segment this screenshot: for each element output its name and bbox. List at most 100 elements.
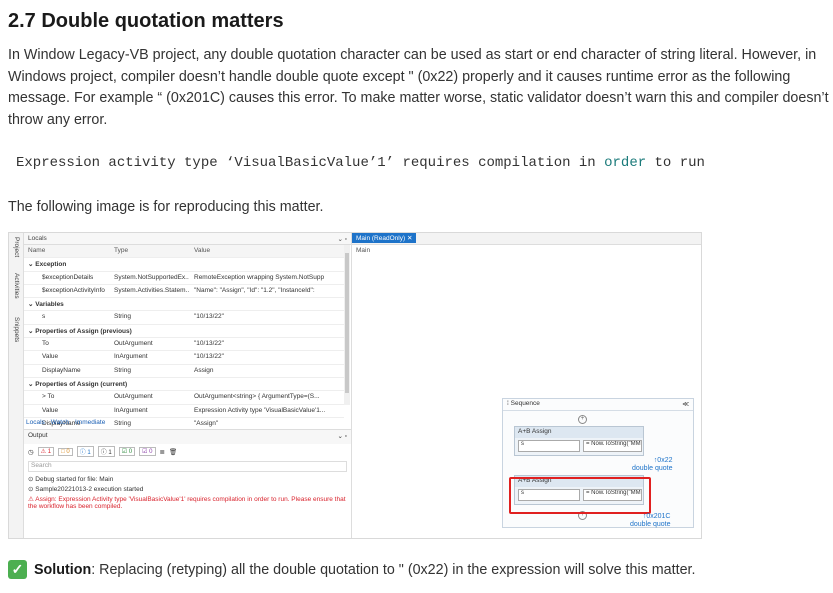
code-keyword: order [604, 155, 647, 171]
vtab-project[interactable]: Project [13, 237, 20, 257]
designer-pane: Main (ReadOnly) ✕ Main ⁞ Sequence ≪ + A+… [351, 233, 701, 538]
add-activity-icon[interactable]: + [578, 415, 587, 424]
solution-line: ✓ Solution : Replacing (retyping) all th… [8, 560, 695, 579]
error-count: 1 [47, 449, 52, 455]
output-line-text: Debug started for file: Main [35, 476, 114, 483]
col-name[interactable]: Name [28, 247, 45, 254]
output-error-line: ⚠ Assign: Expression Activity type 'Visu… [28, 496, 346, 510]
cell-value: RemoteException wrapping System.NotSupp [194, 273, 325, 281]
cell-type: System.Activities.Statem... [114, 286, 189, 294]
cell-value: "10/13/22" [194, 313, 224, 321]
error-highlight [509, 477, 651, 514]
output-toolbar: ◷ ⚠ 1 □ 0 ⓘ 1 ⓘ 1 ☑ 0 ☑ 0 ≣ 🗑 [24, 444, 351, 459]
output-options-icon[interactable]: ⌄ ▫ [337, 432, 347, 442]
group-label: ⌄ Exception [28, 261, 67, 269]
locals-pane: Locals ⌄ ▫ Name Type Value ⌄ Exception $e… [24, 233, 351, 538]
assign-icon: A+B [518, 428, 531, 435]
locals-group-row[interactable]: ⌄ Variables [24, 298, 344, 312]
tab-main-readonly[interactable]: Main (ReadOnly) ✕ [352, 233, 417, 243]
clear-icon[interactable]: 🗑 [169, 448, 177, 456]
output-line: ⊙ Sample20221013-2 execution started [28, 486, 144, 493]
group-label: ⌄ Properties of Assign (previous) [28, 327, 132, 335]
locals-row[interactable]: $exceptionActivityInfo System.Activities.… [24, 285, 344, 299]
tab-locals[interactable]: Locals [26, 419, 45, 426]
annotation-code: 0x22 [657, 457, 673, 464]
sequence-title: Sequence [510, 400, 540, 407]
verbose-count: 0 [128, 449, 133, 455]
cell-value: Assign [194, 366, 214, 374]
cell-name: $exceptionDetails [42, 273, 94, 281]
sequence-icon: ⁞ [507, 400, 509, 407]
output-title: Output [28, 432, 48, 439]
tab-main-label: Main (ReadOnly) [356, 235, 406, 242]
collapse-icon[interactable]: ≪ [682, 400, 689, 409]
col-value[interactable]: Value [194, 247, 210, 254]
cell-value: Expression Activity type 'VisualBasicVal… [194, 406, 326, 414]
solution-text: : Replacing (retyping) all the double qu… [91, 561, 696, 578]
output-line: ⊙ Debug started for file: Main [28, 476, 114, 483]
pane-options-icon[interactable]: ⌄ ▫ [337, 235, 347, 243]
sequence-label: ⁞ Sequence [507, 400, 540, 409]
cell-name: Value [42, 406, 59, 414]
cell-name: s [42, 313, 46, 321]
annotation-0x201c: ↑0x201C double quote [630, 513, 671, 528]
output-error-text: Assign: Expression Activity type 'Visual… [28, 496, 346, 510]
check-icon: ✓ [8, 560, 27, 579]
error-filter-badge[interactable]: ⚠ 1 [37, 447, 55, 456]
col-type[interactable]: Type [114, 247, 128, 254]
section-title: 2.7 Double quotation matters [8, 10, 284, 32]
studio-screenshot: Project Activities Snippets Locals ⌄ ▫ N… [8, 232, 702, 539]
locals-row[interactable]: Value InArgument "10/13/22" [24, 351, 344, 365]
debug-tabs: Locals Watch Immediate [26, 419, 105, 426]
info-filter-badge[interactable]: ⓘ 1 [76, 446, 94, 457]
cell-name: DisplayName [42, 366, 81, 374]
info-count: 1 [87, 450, 91, 456]
cell-name: $exceptionActivityInfo [42, 286, 105, 294]
output-search-input[interactable]: Search [28, 461, 347, 472]
output-panel: Output ⌄ ▫ ◷ ⚠ 1 □ 0 ⓘ 1 ⓘ 1 ☑ 0 ☑ 0 ≣ 🗑… [24, 429, 351, 538]
locals-row[interactable]: DisplayName String Assign [24, 365, 344, 378]
locals-group-row[interactable]: ⌄ Properties of Assign (current) [24, 378, 344, 392]
locals-scrollbar[interactable] [344, 245, 350, 405]
warning-count: 0 [66, 448, 70, 455]
assign-activity-1[interactable]: A+B Assign s = Now.ToString("MM [514, 426, 644, 456]
locals-group-row[interactable]: ⌄ Exception [24, 258, 344, 272]
annotation-text: double quote [630, 521, 671, 528]
cell-value: "Name": "Assign", "Id": "1.2", "Instance… [194, 286, 315, 294]
trace-count: 1 [108, 450, 112, 456]
assign-value-field[interactable]: = Now.ToString("MM [583, 440, 642, 452]
locals-row[interactable]: > To OutArgument OutArgument<string> { Arg… [24, 391, 344, 405]
debug-filter-badge[interactable]: ☑ 0 [139, 447, 156, 456]
cell-name: To [42, 340, 49, 348]
cell-type: String [114, 419, 131, 427]
cell-type: String [114, 313, 131, 321]
cell-value: "10/13/22" [194, 340, 224, 348]
vtab-activities[interactable]: Activities [13, 273, 20, 299]
tab-immediate[interactable]: Immediate [75, 419, 105, 426]
output-line-text: Sample20221013-2 execution started [35, 486, 144, 493]
annotation-code: 0x201C [646, 513, 671, 520]
filter-icon[interactable]: ≣ [160, 448, 165, 456]
assign-to-field[interactable]: s [518, 440, 580, 452]
error-message-code: Expression activity type ‘VisualBasicVal… [16, 155, 705, 171]
output-header: Output ⌄ ▫ [24, 430, 351, 444]
locals-row[interactable]: To OutArgument "10/13/22" [24, 338, 344, 352]
locals-row[interactable]: s String "10/13/22" [24, 311, 344, 325]
tab-watch[interactable]: Watch [51, 419, 69, 426]
locals-row[interactable]: Value InArgument Expression Activity type … [24, 405, 344, 418]
locals-grid: Name Type Value ⌄ Exception $exceptionDet… [24, 245, 344, 432]
verbose-filter-badge[interactable]: ☑ 0 [118, 447, 136, 456]
warning-filter-badge[interactable]: □ 0 [58, 447, 73, 456]
locals-group-row[interactable]: ⌄ Properties of Assign (previous) [24, 325, 344, 339]
trace-filter-badge[interactable]: ⓘ 1 [97, 446, 115, 457]
document-tabs: Main (ReadOnly) ✕ [352, 233, 701, 245]
locals-row[interactable]: $exceptionDetails System.NotSupportedEx..… [24, 272, 344, 285]
debug-count: 0 [149, 449, 153, 455]
vtab-snippets[interactable]: Snippets [13, 317, 20, 342]
cell-type: System.NotSupportedEx... [114, 273, 189, 281]
breadcrumb[interactable]: Main [352, 245, 701, 256]
clock-icon[interactable]: ◷ [28, 448, 34, 456]
cell-type: InArgument [114, 406, 148, 414]
assign-title: Assign [531, 428, 552, 435]
close-icon[interactable]: ✕ [407, 235, 412, 242]
